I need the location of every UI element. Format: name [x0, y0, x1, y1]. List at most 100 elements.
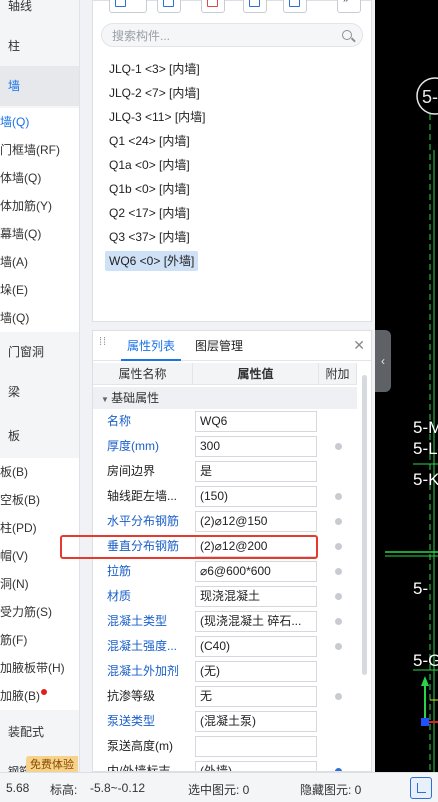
- property-value-field[interactable]: (2)⌀12@200: [195, 536, 317, 557]
- close-icon[interactable]: ✕: [353, 337, 365, 354]
- search-icon[interactable]: [342, 30, 352, 40]
- wall-subitem[interactable]: 体加筋(Y): [0, 192, 79, 220]
- append-checkbox[interactable]: [335, 593, 342, 600]
- property-name: 内/外墙标志: [107, 764, 171, 772]
- free-trial-badge[interactable]: 免费体验: [26, 756, 78, 772]
- property-row[interactable]: 房间边界 是: [93, 459, 357, 484]
- property-row[interactable]: 厚度(mm) 300: [93, 434, 357, 459]
- property-value-field[interactable]: (外墙): [195, 761, 317, 771]
- tab-property-list[interactable]: 属性列表: [121, 331, 182, 361]
- property-row[interactable]: 混凝土强度... (C40): [93, 634, 357, 659]
- append-checkbox[interactable]: [335, 568, 342, 575]
- property-value-field[interactable]: 现浇混凝土: [195, 586, 317, 607]
- wall-subitem[interactable]: 墙(A): [0, 248, 79, 276]
- component-list-item[interactable]: Q1a <0> [内墙]: [105, 155, 194, 175]
- property-row[interactable]: 泵送高度(m): [93, 734, 357, 759]
- wall-subitem[interactable]: 门框墙(RF): [0, 136, 79, 164]
- property-row[interactable]: 垂直分布钢筋 (2)⌀12@200: [93, 534, 357, 559]
- delete-component-button[interactable]: [201, 0, 225, 13]
- property-value-field[interactable]: 无: [195, 686, 317, 707]
- wall-subitem[interactable]: 体墙(Q): [0, 164, 79, 192]
- more-tools-button[interactable]: »: [337, 0, 361, 13]
- property-row[interactable]: 轴线距左墙... (150): [93, 484, 357, 509]
- slab-subitem[interactable]: 洞(N): [0, 570, 79, 598]
- save-template-button[interactable]: [283, 0, 307, 13]
- property-name: 名称: [107, 414, 132, 428]
- property-value-field[interactable]: WQ6: [195, 411, 317, 432]
- component-list-item[interactable]: Q1b <0> [内墙]: [105, 179, 194, 199]
- property-row[interactable]: 泵送类型 (混凝土泵): [93, 709, 357, 734]
- copy-component-button[interactable]: [157, 0, 181, 13]
- property-value-field[interactable]: ⌀6@600*600: [195, 561, 317, 582]
- wall-subitem[interactable]: 墙(Q): [0, 304, 79, 332]
- component-search-input[interactable]: [112, 27, 332, 45]
- tab-layer-management[interactable]: 图层管理: [189, 331, 249, 361]
- slab-subitem[interactable]: 帽(V): [0, 542, 79, 570]
- slab-subitem[interactable]: 柱(PD): [0, 514, 79, 542]
- property-value-field[interactable]: [195, 736, 317, 757]
- property-value-field[interactable]: (现浇混凝土 碎石...: [195, 611, 317, 632]
- property-value-field[interactable]: (C40): [195, 636, 317, 657]
- wall-subitem[interactable]: 垛(E): [0, 276, 79, 304]
- sidebar-category-wall[interactable]: 墙: [0, 66, 79, 106]
- component-list-item[interactable]: JLQ-2 <7> [内墙]: [105, 83, 204, 103]
- slab-subitem[interactable]: 受力筋(S): [0, 598, 79, 626]
- sidebar-category-openings[interactable]: 门窗洞: [0, 332, 79, 372]
- slab-subitem[interactable]: 筋(F): [0, 626, 79, 654]
- sidebar-category-column[interactable]: 柱: [0, 26, 79, 66]
- wall-subitem[interactable]: 墙(Q): [0, 108, 79, 136]
- property-scrollbar[interactable]: [362, 375, 367, 675]
- property-name: 抗渗等级: [107, 689, 156, 703]
- new-badge-dot: [41, 689, 47, 695]
- property-row[interactable]: 水平分布钢筋 (2)⌀12@150: [93, 509, 357, 534]
- property-value-field[interactable]: (无): [195, 661, 317, 682]
- property-row[interactable]: 名称 WQ6: [93, 409, 357, 434]
- property-row[interactable]: 抗渗等级 无: [93, 684, 357, 709]
- drag-handle-icon[interactable]: ⁞⁞: [99, 337, 107, 352]
- sidebar-category-prefab[interactable]: 装配式: [0, 712, 79, 752]
- property-value-field[interactable]: (混凝土泵): [195, 711, 317, 732]
- sidebar-category-axis[interactable]: 轴线: [0, 0, 79, 26]
- property-row[interactable]: 拉筋 ⌀6@600*600: [93, 559, 357, 584]
- component-list-item[interactable]: Q3 <37> [内墙]: [105, 227, 194, 247]
- sidebar-category-slab[interactable]: 板: [0, 416, 79, 456]
- component-list-item[interactable]: JLQ-3 <11> [内墙]: [105, 107, 210, 127]
- slab-subitem[interactable]: 加腋板带(H): [0, 654, 79, 682]
- new-component-button[interactable]: [109, 0, 147, 13]
- sidebar-category-beam[interactable]: 梁: [0, 372, 79, 412]
- save-template-icon: [289, 0, 300, 7]
- slab-subitem[interactable]: 空板(B): [0, 486, 79, 514]
- append-checkbox[interactable]: [335, 493, 342, 500]
- property-value-field[interactable]: (150): [195, 486, 317, 507]
- component-list-item[interactable]: Q2 <17> [内墙]: [105, 203, 194, 223]
- property-value-field[interactable]: (2)⌀12@150: [195, 511, 317, 532]
- component-list-item[interactable]: JLQ-1 <3> [内墙]: [105, 59, 204, 79]
- wall-subitem[interactable]: 幕墙(Q): [0, 220, 79, 248]
- snap-mode-button[interactable]: [410, 777, 432, 799]
- component-list-item[interactable]: Q1 <24> [内墙]: [105, 131, 194, 151]
- append-checkbox[interactable]: [335, 643, 342, 650]
- property-group-basic[interactable]: ▼ 基础属性: [93, 387, 357, 409]
- column-header-name: 属性名称: [93, 363, 193, 385]
- append-checkbox[interactable]: [335, 693, 342, 700]
- property-row[interactable]: 混凝土类型 (现浇混凝土 碎石...: [93, 609, 357, 634]
- slab-subitem[interactable]: 板(B): [0, 458, 79, 486]
- property-value-field[interactable]: 是: [195, 461, 317, 482]
- canvas-axis-label: 5-K: [413, 470, 438, 489]
- selected-count: 选中图元: 0: [188, 783, 250, 797]
- append-checkbox[interactable]: [335, 543, 342, 550]
- collapse-panel-handle[interactable]: ‹: [375, 330, 391, 392]
- layer-copy-button[interactable]: [243, 0, 267, 13]
- property-value-field[interactable]: 300: [195, 436, 317, 457]
- slab-subitem[interactable]: 加腋(B): [0, 682, 79, 710]
- property-row[interactable]: 内/外墙标志 (外墙): [93, 759, 357, 772]
- property-name: 垂直分布钢筋: [107, 539, 180, 553]
- property-name: 材质: [107, 589, 132, 603]
- append-checkbox[interactable]: [335, 518, 342, 525]
- property-row[interactable]: 材质 现浇混凝土: [93, 584, 357, 609]
- property-row[interactable]: 混凝土外加剂 (无): [93, 659, 357, 684]
- append-checkbox[interactable]: [335, 618, 342, 625]
- append-checkbox[interactable]: [335, 443, 342, 450]
- component-list-item-selected[interactable]: WQ6 <0> [外墙]: [105, 251, 199, 271]
- column-header-value: 属性值: [193, 363, 319, 385]
